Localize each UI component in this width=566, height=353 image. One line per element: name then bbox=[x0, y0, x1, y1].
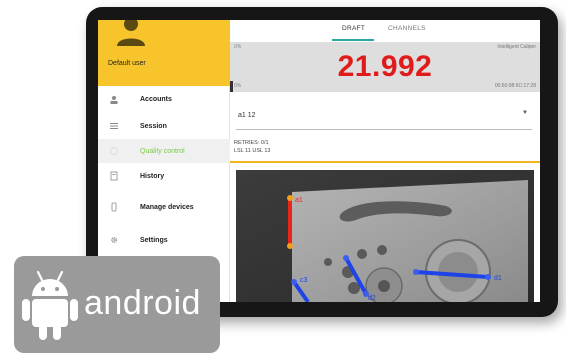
menu-item-settings[interactable]: Settings bbox=[98, 225, 230, 255]
hole bbox=[378, 280, 390, 292]
measure-label-d1: d1 bbox=[494, 275, 502, 282]
measured-value: 21.992 bbox=[337, 50, 433, 83]
menu-item-history[interactable]: History bbox=[98, 163, 230, 189]
active-tab-indicator bbox=[332, 39, 374, 41]
measure-point[interactable] bbox=[291, 279, 297, 285]
dropdown-arrow-icon: ▼ bbox=[522, 110, 528, 116]
menu-item-label: Manage devices bbox=[140, 203, 194, 211]
measure-label-c3: c3 bbox=[300, 277, 308, 284]
menu-item-manage-devices[interactable]: Manage devices bbox=[98, 189, 230, 225]
user-name: Default user bbox=[108, 60, 146, 67]
drawer-menu: Accounts Session Quality control History bbox=[98, 86, 230, 255]
select-value: a1 12 bbox=[238, 112, 256, 119]
menu-item-label: Accounts bbox=[140, 96, 172, 103]
divider-line bbox=[230, 161, 540, 163]
menu-item-label: Quality control bbox=[140, 147, 185, 155]
menu-item-label: Session bbox=[140, 122, 167, 130]
hole bbox=[324, 258, 332, 266]
tab-draft[interactable]: DRAFT bbox=[342, 25, 365, 32]
device-icon bbox=[108, 201, 120, 213]
menu-item-quality-control[interactable]: Quality control bbox=[98, 139, 230, 163]
measure-point[interactable] bbox=[413, 269, 419, 275]
measure-point[interactable] bbox=[287, 195, 293, 201]
measure-label-a1: a1 bbox=[295, 197, 303, 204]
list-icon bbox=[108, 120, 120, 132]
device-mac-address: 00:60:98:6C:17:28 bbox=[494, 83, 536, 89]
menu-item-session[interactable]: Session bbox=[98, 113, 230, 139]
history-icon bbox=[108, 170, 120, 182]
percent-bottom: 0% bbox=[234, 83, 242, 89]
hole bbox=[357, 249, 367, 259]
android-badge: android bbox=[14, 256, 220, 353]
user-avatar-icon bbox=[117, 20, 145, 46]
part-photo[interactable]: a1 d1 d2 c3 bbox=[236, 170, 534, 302]
quality-icon bbox=[108, 145, 120, 157]
hole bbox=[377, 245, 387, 255]
android-logo-text: android bbox=[84, 284, 201, 322]
measure-point[interactable] bbox=[287, 243, 293, 249]
menu-item-label: History bbox=[140, 172, 165, 180]
menu-item-accounts[interactable]: Accounts bbox=[98, 86, 230, 113]
android-robot-icon bbox=[22, 270, 78, 340]
gear-icon bbox=[108, 234, 120, 246]
measure-point[interactable] bbox=[343, 255, 349, 261]
tolerance-limits: LSL 11 USL 13 bbox=[234, 148, 271, 154]
tab-bar: DRAFT CHANNELS bbox=[230, 20, 540, 42]
measurement-readout: 0% Intelligent Caliper 21.992 0% 00:60:9… bbox=[230, 42, 540, 92]
measure-label-d2: d2 bbox=[368, 295, 376, 302]
measure-point[interactable] bbox=[485, 274, 491, 280]
tab-channels[interactable]: CHANNELS bbox=[388, 25, 426, 32]
account-icon bbox=[108, 94, 120, 106]
metal-part bbox=[292, 180, 528, 302]
progress-marker bbox=[230, 81, 233, 92]
drawer-header: Default user bbox=[98, 20, 230, 86]
menu-item-label: Settings bbox=[140, 236, 168, 244]
retries-text: RETRIES: 0/1 bbox=[234, 140, 269, 146]
main-panel: DRAFT CHANNELS 0% Intelligent Caliper 21… bbox=[230, 20, 540, 302]
measurement-select[interactable]: a1 12 ▼ bbox=[236, 104, 532, 130]
